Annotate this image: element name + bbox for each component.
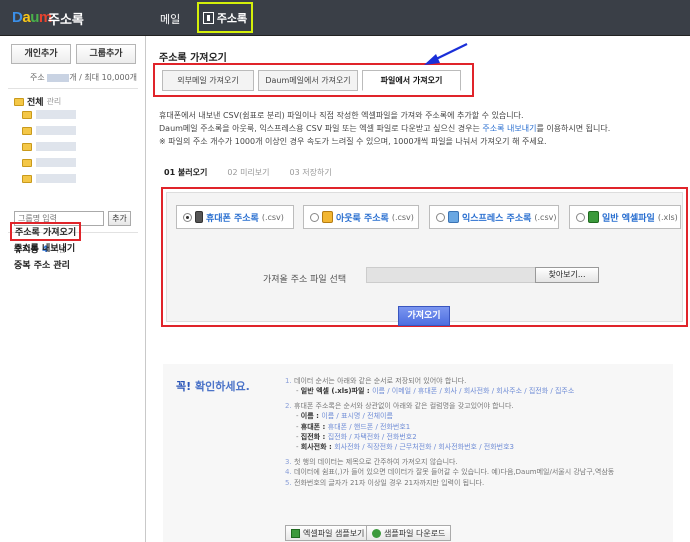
- option-label: 일반 엑셀파일: [602, 213, 655, 224]
- upload-panel: 휴대폰 주소록 (.csv) 아웃룩 주소록 (.csv) 익스프레스 주소록 …: [161, 187, 688, 327]
- sample-download-button[interactable]: 샘플파일 다운로드: [366, 525, 452, 541]
- step-2: 02 미리보기: [227, 168, 270, 177]
- notice-sub: - 이름 : 이름 / 표시명 / 전체이름: [296, 412, 393, 421]
- notice-item: 3. 첫 행의 데이터는 제목으로 간주하여 가져오지 않습니다.: [285, 457, 458, 466]
- notice-title: 꼭! 확인하세요.: [176, 380, 250, 393]
- annotation-arrow: [424, 43, 468, 65]
- option-phone-csv[interactable]: 휴대폰 주소록 (.csv): [176, 205, 294, 229]
- nav-mail[interactable]: 메일: [160, 11, 180, 27]
- option-label: 아웃룩 주소록: [336, 213, 389, 224]
- desc-line: Daum메일 주소록을 아웃룩, 익스프레스용 CSV 파일 또는 엑셀 파일로…: [159, 124, 611, 133]
- browse-button[interactable]: 찾아보기...: [535, 267, 599, 283]
- blurred-group-name: [36, 158, 76, 167]
- export-addressbook-link[interactable]: 주소록 내보내기: [14, 241, 75, 254]
- address-count: 주소 개 / 최대 10,000개: [30, 73, 138, 82]
- option-ext: (.csv): [534, 212, 557, 222]
- main-content: 주소록 가져오기 외부메일 가져오기 Daum메일에서 가져오기 파일에서 가져…: [147, 36, 690, 542]
- notice-sub: - 회사전화 : 회사전화 / 직장전화 / 근무처전화 / 회사전화번호 / …: [296, 443, 515, 452]
- notice-item: 4. 데이터에 쉼표(,)가 들어 있으면 데이터가 잘못 들어갈 수 있습니다.…: [285, 468, 615, 477]
- page-title: 주소록 가져오기: [159, 53, 227, 64]
- radio-button[interactable]: [310, 212, 319, 222]
- export-link[interactable]: 주소록 내보내기: [482, 124, 536, 133]
- nav-addressbook-label: 주소록: [216, 11, 248, 25]
- tab-from-file[interactable]: 파일에서 가져오기: [362, 70, 461, 91]
- add-person-button[interactable]: 개인추가: [11, 44, 71, 64]
- top-bar: Daum 주소록 메일 주소록: [0, 0, 690, 36]
- tab-external-mail[interactable]: 외부메일 가져오기: [162, 70, 254, 91]
- option-label: 익스프레스 주소록: [462, 213, 532, 224]
- option-excel-xls[interactable]: 일반 엑셀파일 (.xls): [569, 205, 681, 229]
- tree-group-item[interactable]: [22, 158, 76, 167]
- step-1: 01 불러오기: [164, 168, 208, 177]
- option-express-csv[interactable]: 익스프레스 주소록 (.csv): [429, 205, 559, 229]
- divider: [8, 88, 138, 89]
- express-icon: [448, 211, 459, 223]
- phone-icon: [195, 211, 203, 223]
- file-select-label: 가져올 주소 파일 선택: [263, 275, 347, 285]
- folder-icon: [22, 142, 32, 151]
- group-add-button[interactable]: 추가: [108, 211, 131, 226]
- option-ext: (.xls): [657, 212, 678, 222]
- import-addressbook-link[interactable]: 주소록 가져오기: [10, 222, 82, 241]
- tab-daum-mail[interactable]: Daum메일에서 가져오기: [258, 70, 358, 91]
- app-title: 주소록: [48, 13, 84, 28]
- folder-icon: [22, 126, 32, 135]
- folder-icon: [22, 158, 32, 167]
- manage-link[interactable]: 관리: [47, 96, 62, 107]
- add-group-button[interactable]: 그룹추가: [76, 44, 136, 64]
- blurred-group-name: [36, 110, 76, 119]
- option-ext: (.csv): [261, 212, 284, 222]
- desc-line: 휴대폰에서 내보낸 CSV(쉼표로 분리) 파일이나 직접 작성한 엑셀파일을 …: [159, 111, 524, 120]
- notice-item: 5. 전화번호의 글자가 21자 이상일 경우 21자까지만 입력이 됩니다.: [285, 478, 485, 487]
- radio-button[interactable]: [183, 212, 192, 222]
- import-tabs: 외부메일 가져오기 Daum메일에서 가져오기 파일에서 가져오기: [153, 63, 474, 97]
- file-path-field[interactable]: [366, 267, 536, 283]
- blurred-group-name: [36, 142, 76, 151]
- nav-addressbook[interactable]: 주소록: [197, 2, 253, 33]
- duplicate-manage-link[interactable]: 중복 주소 관리: [14, 258, 70, 271]
- radio-button[interactable]: [576, 212, 585, 222]
- sample-view-button[interactable]: 엑셀파일 샘플보기: [285, 525, 371, 541]
- addressbook-icon: [202, 11, 214, 24]
- tree-group-item[interactable]: [22, 174, 76, 183]
- notice-body: 1. 데이터 순서는 아래와 같은 순서로 저장되어 있어야 합니다. - 일반 …: [285, 376, 670, 488]
- folder-icon: [22, 110, 32, 119]
- folder-icon: [22, 174, 32, 183]
- daum-logo[interactable]: Daum: [12, 9, 52, 26]
- folder-icon: [14, 97, 24, 106]
- notice-sub: - 집전화 : 집전화 / 자택전화 / 전화번호2: [296, 433, 417, 442]
- blurred-count: [47, 73, 70, 82]
- blurred-group-name: [36, 126, 76, 135]
- radio-button[interactable]: [436, 212, 445, 222]
- sidebar: 개인추가 그룹추가 주소 개 / 최대 10,000개 전체 관리 추가 휴지통…: [0, 36, 146, 542]
- notice-item: 1. 데이터 순서는 아래와 같은 순서로 저장되어 있어야 합니다.: [285, 377, 467, 385]
- desc-line: ※ 파일의 주소 개수가 1000개 이상인 경우 속도가 느려질 수 있으며,…: [159, 137, 547, 146]
- option-label: 휴대폰 주소록: [206, 213, 259, 224]
- import-button[interactable]: 가져오기: [398, 306, 450, 326]
- notice-sub: - 휴대폰 : 휴대폰 / 핸드폰 / 전화번호1: [296, 422, 411, 431]
- step-3: 03 저장하기: [289, 168, 332, 177]
- blurred-group-name: [36, 174, 76, 183]
- tree-group-item[interactable]: [22, 142, 76, 151]
- notice-sub: - 일반 엑셀 (.xls)파일 : 이름 / 이메일 / 휴대폰 / 회사 /…: [296, 387, 575, 396]
- download-icon: [372, 528, 381, 538]
- tree-group-item[interactable]: [22, 110, 76, 119]
- step-indicator: 01 불러오기 02 미리보기 03 저장하기: [164, 167, 332, 178]
- excel-icon: [588, 211, 599, 223]
- root-label: 전체: [27, 98, 44, 108]
- option-ext: (.csv): [391, 212, 414, 222]
- notice-item: 2. 휴대폰 주소록은 순서와 상관없이 아래와 같은 컬럼명을 갖고있어야 합니…: [285, 401, 514, 410]
- tree-root[interactable]: 전체 관리: [14, 95, 61, 108]
- option-outlook-csv[interactable]: 아웃룩 주소록 (.csv): [303, 205, 419, 229]
- notice-panel: 꼭! 확인하세요. 1. 데이터 순서는 아래와 같은 순서로 저장되어 있어야 …: [163, 364, 673, 542]
- outlook-icon: [322, 211, 333, 223]
- excel-icon: [291, 528, 300, 538]
- description: 휴대폰에서 내보낸 CSV(쉼표로 분리) 파일이나 직접 작성한 엑셀파일을 …: [159, 109, 684, 148]
- tree-group-item[interactable]: [22, 126, 76, 135]
